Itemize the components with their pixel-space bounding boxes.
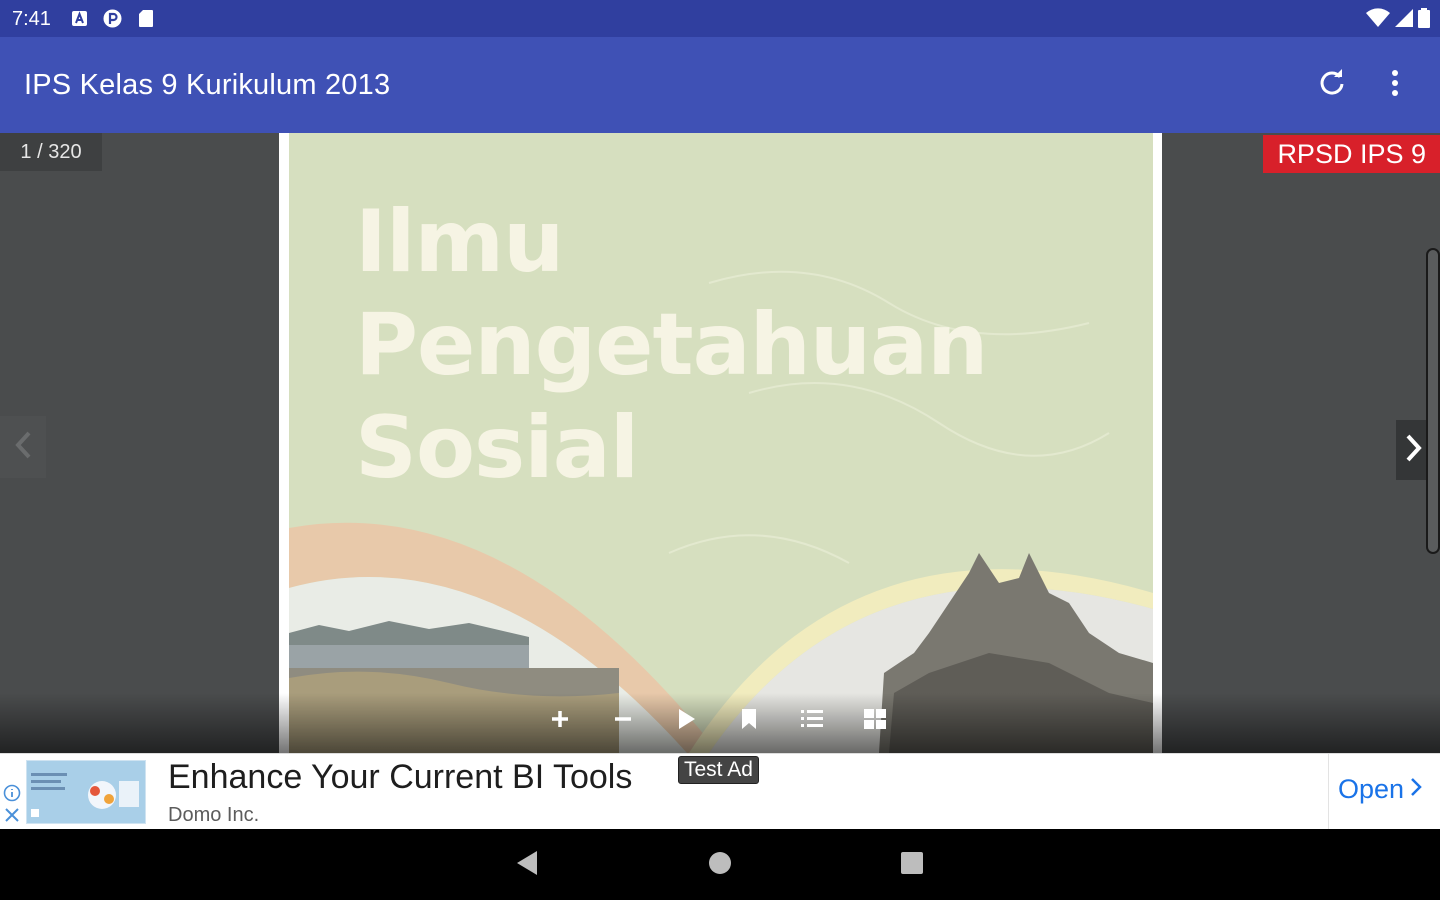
book-title-line: Sosial [355, 398, 639, 498]
list-icon [801, 709, 823, 734]
book-title: Ilmu Pengetahuan Sosial [355, 191, 988, 500]
test-ad-label: Test Ad [678, 756, 759, 784]
ad-headline[interactable]: Enhance Your Current BI Tools [168, 758, 632, 797]
play-icon [676, 708, 696, 735]
recents-button[interactable] [896, 849, 928, 881]
refresh-icon [1317, 68, 1347, 103]
book-viewer[interactable]: Ilmu Pengetahuan Sosial 1 / 320 RPSD IPS… [0, 133, 1440, 753]
book-badge: RPSD IPS 9 [1263, 135, 1440, 173]
cell-signal-icon [1394, 8, 1414, 33]
notification-icons [70, 9, 155, 28]
wifi-icon [1366, 8, 1390, 33]
previous-page-button[interactable] [0, 416, 46, 478]
ad-advertiser: Domo Inc. [168, 804, 260, 826]
ad-divider [1328, 754, 1329, 830]
scrollbar-thumb[interactable] [1426, 248, 1440, 554]
app-title: IPS Kelas 9 Kurikulum 2013 [24, 69, 391, 101]
chevron-right-icon [1405, 433, 1423, 468]
ad-close-icon[interactable] [3, 806, 21, 829]
thumbnails-button[interactable] [859, 705, 891, 737]
back-button[interactable] [511, 849, 543, 881]
chevron-right-icon [1410, 774, 1422, 805]
a-square-icon [70, 9, 89, 28]
ad-open-button[interactable]: Open [1338, 774, 1422, 805]
book-title-line: Ilmu [355, 192, 564, 292]
page-counter: 1 / 320 [0, 133, 102, 171]
viewer-toolbar [544, 705, 891, 737]
chevron-left-icon [14, 430, 32, 465]
book-page[interactable]: Ilmu Pengetahuan Sosial [279, 133, 1162, 753]
refresh-button[interactable] [1312, 65, 1352, 105]
back-icon [515, 850, 539, 881]
zoom-in-icon [550, 709, 570, 734]
play-button[interactable] [670, 705, 702, 737]
battery-icon [1418, 8, 1430, 33]
grid-icon [864, 708, 886, 734]
zoom-out-icon [613, 709, 633, 734]
ad-open-label: Open [1338, 774, 1405, 804]
sd-card-icon [136, 9, 155, 28]
ad-info-icon[interactable] [3, 784, 21, 807]
table-of-contents-button[interactable] [796, 705, 828, 737]
home-icon [708, 851, 732, 880]
recents-icon [900, 851, 924, 880]
navigation-bar [0, 829, 1440, 900]
more-options-button[interactable] [1375, 65, 1415, 105]
zoom-in-button[interactable] [544, 705, 576, 737]
book-title-line: Pengetahuan [355, 295, 988, 395]
bookmark-button[interactable] [733, 705, 765, 737]
ad-banner[interactable]: Enhance Your Current BI Tools Domo Inc. … [0, 753, 1440, 830]
book-cover: Ilmu Pengetahuan Sosial [289, 133, 1153, 753]
status-time: 7:41 [12, 8, 51, 30]
bookmark-icon [741, 708, 757, 735]
home-button[interactable] [704, 849, 736, 881]
system-icons [1366, 8, 1430, 33]
p-circle-icon [103, 9, 122, 28]
app-bar: IPS Kelas 9 Kurikulum 2013 [0, 37, 1440, 133]
ad-image[interactable] [26, 760, 146, 824]
status-bar: 7:41 [0, 0, 1440, 37]
more-vert-icon [1391, 69, 1399, 102]
zoom-out-button[interactable] [607, 705, 639, 737]
